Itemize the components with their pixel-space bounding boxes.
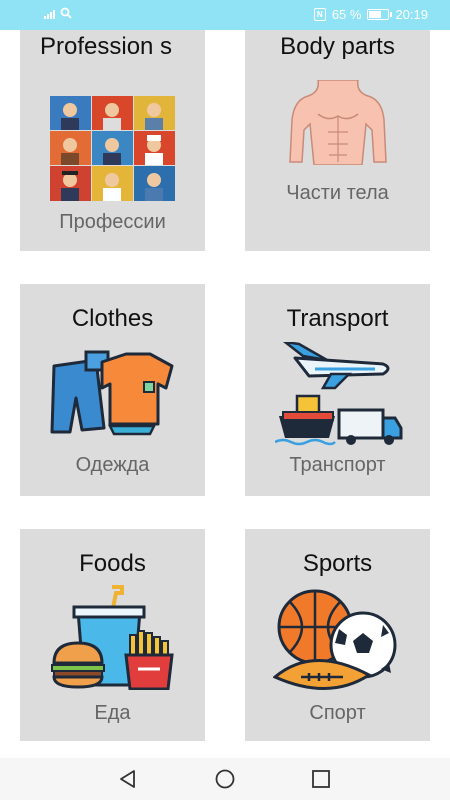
navigation-bar bbox=[0, 758, 450, 800]
category-card-body-parts[interactable]: Body parts Части тела bbox=[245, 30, 430, 251]
sports-balls-icon bbox=[273, 589, 397, 690]
status-right: N 65 % 20:19 bbox=[313, 7, 428, 22]
battery-icon bbox=[367, 9, 393, 20]
back-triangle-icon[interactable] bbox=[117, 768, 139, 790]
card-subtitle: Части тела bbox=[286, 182, 389, 204]
card-subtitle: Еда bbox=[94, 702, 131, 724]
card-title: Transport bbox=[286, 305, 389, 332]
card-title: Profession s bbox=[40, 33, 173, 60]
home-circle-icon[interactable] bbox=[214, 768, 236, 790]
category-card-foods[interactable]: Foods Еда bbox=[20, 529, 205, 741]
recents-square-icon[interactable] bbox=[310, 768, 332, 790]
card-subtitle: Транспорт bbox=[289, 454, 386, 476]
clock: 20:19 bbox=[395, 7, 428, 22]
card-title: Body parts bbox=[280, 33, 395, 60]
card-title: Sports bbox=[302, 550, 373, 577]
category-card-professions[interactable]: Profession s Профессии bbox=[20, 30, 205, 251]
card-title: Clothes bbox=[71, 305, 154, 332]
transport-icon bbox=[275, 342, 403, 446]
search-icon bbox=[60, 7, 72, 19]
professions-icon bbox=[50, 96, 175, 201]
status-left bbox=[44, 7, 72, 19]
card-subtitle: Профессии bbox=[59, 211, 166, 233]
card-subtitle: Одежда bbox=[75, 454, 150, 476]
nfc-icon: N bbox=[313, 8, 326, 21]
card-title: Foods bbox=[79, 550, 146, 577]
category-grid: Profession s Профессии Body parts Части … bbox=[0, 30, 450, 758]
category-card-sports[interactable]: Sports Спорт bbox=[245, 529, 430, 741]
status-bar: N 65 % 20:19 bbox=[0, 0, 450, 30]
signal-icon bbox=[44, 8, 55, 19]
category-card-clothes[interactable]: Clothes Одежда bbox=[20, 284, 205, 496]
card-subtitle: Спорт bbox=[309, 702, 366, 724]
clothes-icon bbox=[50, 350, 174, 436]
food-icon bbox=[51, 585, 174, 690]
battery-percent: 65 % bbox=[331, 7, 362, 22]
torso-icon bbox=[289, 80, 387, 165]
category-card-transport[interactable]: Transport Транспорт bbox=[245, 284, 430, 496]
